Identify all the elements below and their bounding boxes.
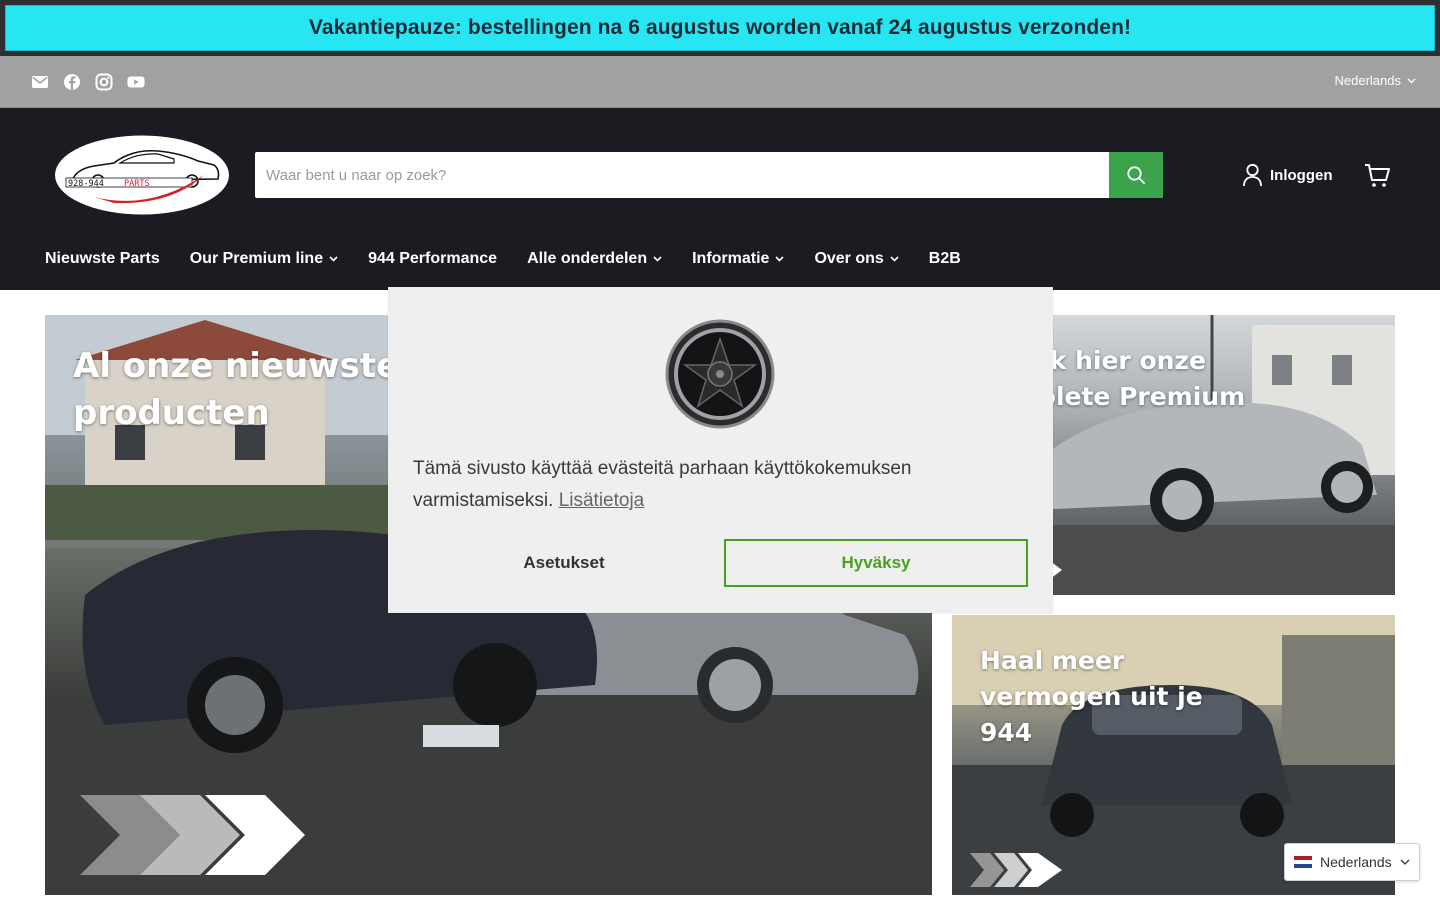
site-logo[interactable]: 928-944 PARTS: [54, 135, 230, 215]
svg-text:PARTS: PARTS: [124, 179, 150, 189]
nav-item-premium-line[interactable]: Our Premium line: [190, 250, 338, 268]
language-selector-top[interactable]: Nederlands: [1335, 73, 1417, 88]
cookie-settings-button[interactable]: Asetukset: [413, 539, 715, 587]
svg-text:928-944: 928-944: [68, 179, 104, 189]
main-navigation: Nieuwste Parts Our Premium line 944 Perf…: [45, 250, 961, 268]
nav-label: B2B: [928, 250, 961, 267]
youtube-icon[interactable]: [127, 73, 145, 91]
site-header: 928-944 PARTS Inloggen Nieuwste Parts: [0, 108, 1440, 290]
chevron-down-icon: [329, 256, 338, 262]
nav-item-over-ons[interactable]: Over ons: [814, 250, 899, 268]
cart-icon: [1365, 164, 1390, 187]
language-switcher[interactable]: Nederlands: [1284, 843, 1420, 881]
search-button[interactable]: [1109, 152, 1163, 198]
search-input[interactable]: [255, 152, 1108, 198]
nav-label: Nieuwste Parts: [45, 250, 160, 267]
login-label: Inloggen: [1270, 166, 1333, 184]
search-bar: [255, 152, 1163, 198]
chevron-down-icon: [1400, 859, 1410, 865]
nav-label: 944 Performance: [368, 250, 498, 267]
chevron-down-icon: [775, 256, 785, 262]
cookie-message-text: Tämä sivusto käyttää evästeitä parhaan k…: [413, 458, 912, 511]
nav-item-b2b[interactable]: B2B: [929, 250, 961, 268]
utility-bar: Nederlands: [0, 56, 1440, 108]
chevron-down-icon: [1407, 78, 1416, 83]
language-switcher-label: Nederlands: [1320, 854, 1392, 870]
email-icon[interactable]: [31, 73, 49, 91]
nav-label: Our Premium line: [189, 250, 324, 267]
netherlands-flag-icon: [1294, 856, 1312, 868]
nav-label: Informatie: [692, 250, 770, 267]
cookie-consent-dialog: Tämä sivusto käyttää evästeitä parhaan k…: [388, 287, 1053, 613]
chevron-down-icon: [653, 256, 662, 262]
user-icon: [1243, 163, 1262, 187]
login-link[interactable]: Inloggen: [1242, 163, 1333, 187]
nav-item-nieuwste-parts[interactable]: Nieuwste Parts: [45, 250, 160, 268]
chevron-down-icon: [890, 256, 899, 262]
nav-item-alle-onderdelen[interactable]: Alle onderdelen: [527, 250, 662, 268]
nav-item-informatie[interactable]: Informatie: [692, 250, 785, 268]
social-links: [31, 73, 145, 91]
nav-item-944-performance[interactable]: 944 Performance: [368, 250, 497, 268]
cookie-message: Tämä sivusto käyttää evästeitä parhaan k…: [413, 453, 1028, 517]
announcement-box: Vakantiepauze: bestellingen na 6 augustu…: [5, 5, 1435, 51]
wheel-logo-icon: [665, 319, 775, 429]
search-icon: [1127, 166, 1145, 184]
language-label: Nederlands: [1334, 73, 1402, 88]
announcement-bar: Vakantiepauze: bestellingen na 6 augustu…: [0, 0, 1440, 56]
cookie-more-info-link[interactable]: Lisätietoja: [559, 490, 645, 511]
cart-button[interactable]: [1364, 163, 1391, 193]
cookie-accept-button[interactable]: Hyväksy: [724, 539, 1028, 587]
nav-label: Over ons: [814, 250, 884, 267]
hero-title-performance: Haal meer vermogen uit je 944: [980, 646, 1203, 747]
facebook-icon[interactable]: [63, 73, 81, 91]
nav-label: Alle onderdelen: [527, 250, 648, 267]
instagram-icon[interactable]: [95, 73, 113, 91]
announcement-text: Vakantiepauze: bestellingen na 6 augustu…: [308, 16, 1132, 39]
